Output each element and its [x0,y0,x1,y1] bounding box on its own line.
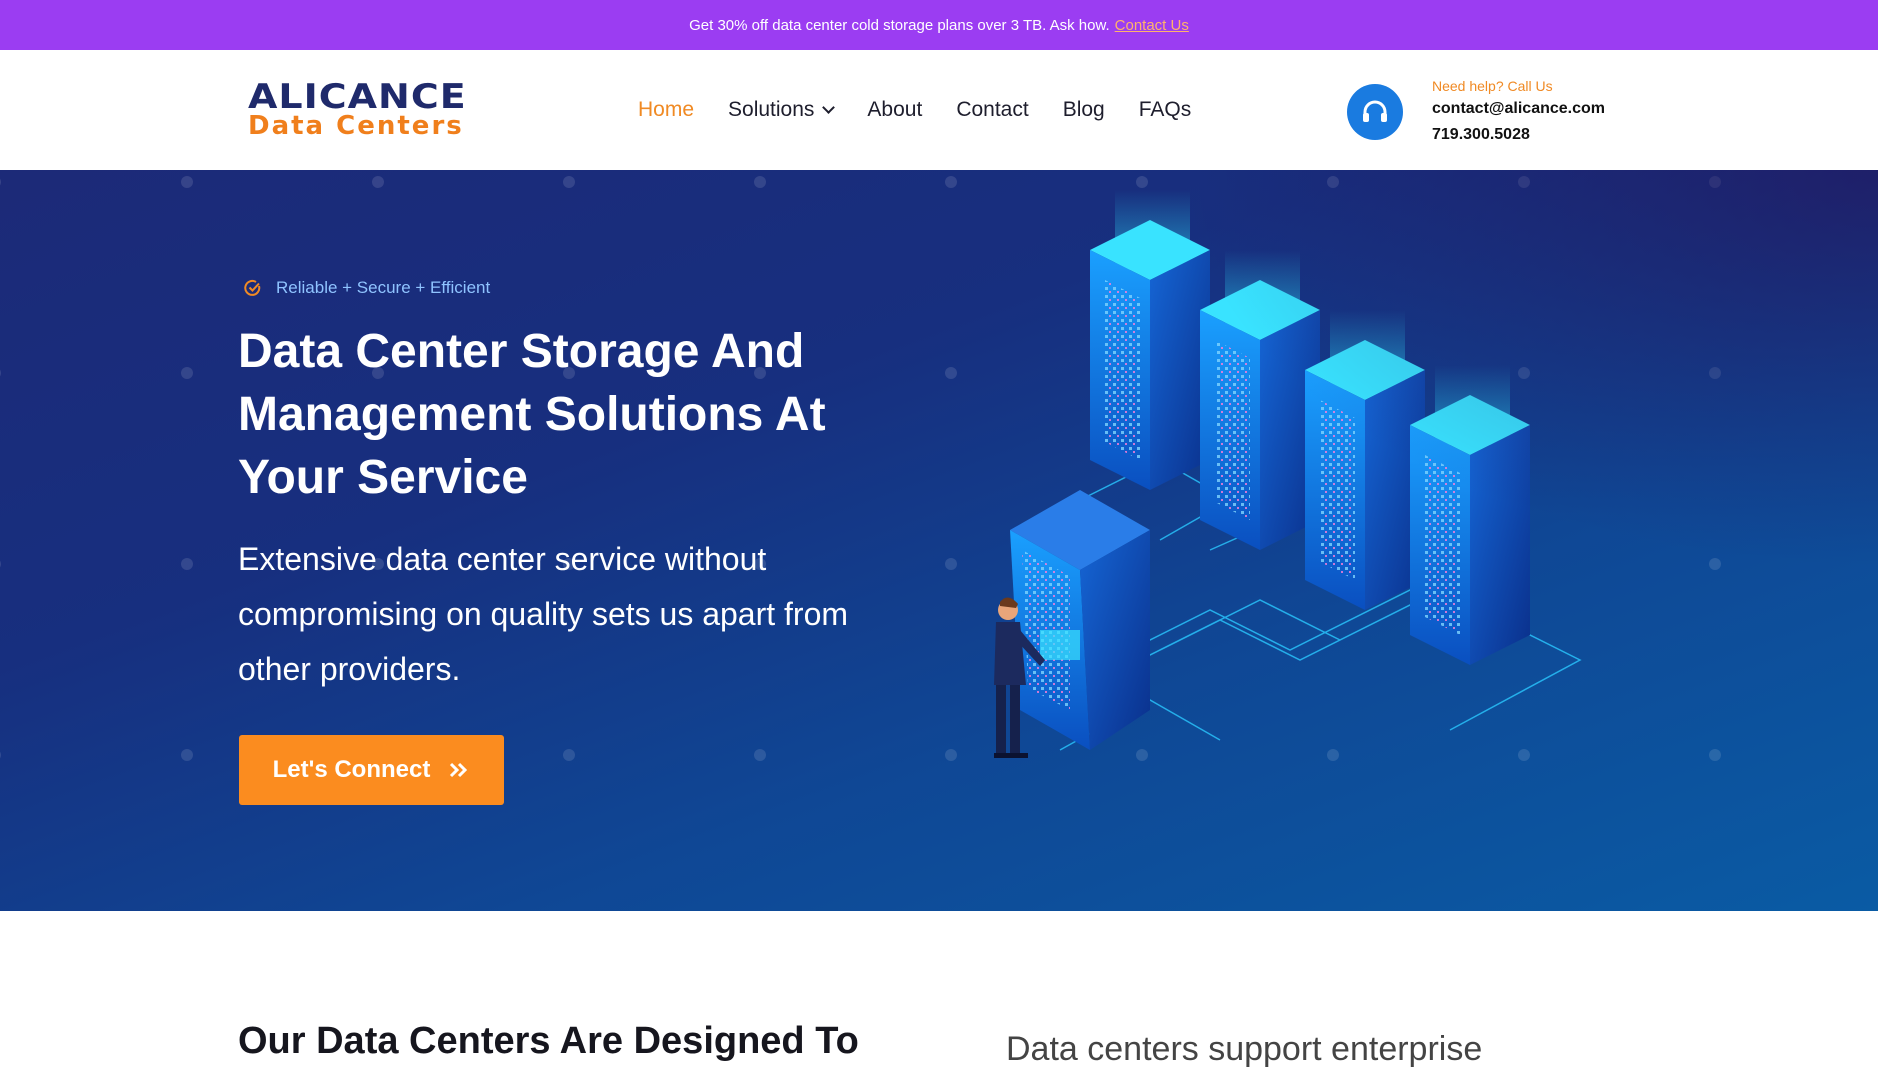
nav-solutions[interactable]: Solutions [728,98,836,122]
help-phone[interactable]: 719.300.5028 [1432,122,1605,148]
promo-text: Get 30% off data center cold storage pla… [689,16,1110,34]
main-nav: Home Solutions About Contact Blog FAQs [638,50,1225,170]
server-rack [1410,365,1530,665]
site-header: ALICANCE Data Centers Home Solutions Abo… [0,50,1878,170]
hero-tagline-text: Reliable + Secure + Efficient [276,278,491,297]
section-heading: Our Data Centers Are Designed To [238,1020,859,1062]
server-racks-illustration [994,190,1582,758]
chevron-down-icon [822,101,836,114]
nav-blog-label: Blog [1062,98,1105,121]
hero-tagline: Reliable + Secure + Efficient [244,278,490,298]
headphones-icon[interactable] [1347,84,1403,140]
server-rack [1305,310,1425,610]
nav-contact[interactable]: Contact [956,98,1028,122]
logo[interactable]: ALICANCE Data Centers [248,76,498,141]
help-contact: Need help? Call Us contact@alicance.com … [1347,72,1605,152]
hero-subtitle: Extensive data center service without co… [238,541,849,687]
logo-subtitle: Data Centers [248,111,464,141]
lets-connect-button[interactable]: Let's Connect [239,735,504,805]
double-chevron-right-icon [448,761,470,779]
hero-section: Reliable + Secure + Efficient Data Cente… [0,170,1878,911]
cta-label: Let's Connect [272,756,431,783]
server-rack [1200,250,1320,550]
promo-bar: Get 30% off data center cold storage pla… [0,0,1878,50]
nav-blog[interactable]: Blog [1063,98,1105,122]
help-email[interactable]: contact@alicance.com [1432,96,1605,122]
nav-home[interactable]: Home [638,98,694,122]
nav-about[interactable]: About [867,98,922,122]
promo-contact-link[interactable]: Contact Us [1115,17,1189,34]
nav-faqs-label: FAQs [1138,98,1192,121]
nav-solutions-label: Solutions [728,98,815,121]
check-circle-icon [244,279,261,296]
section-intro-text: Data centers support enterprise [1006,1030,1483,1068]
help-title: Need help? Call Us [1432,78,1553,94]
hero-title: Data Center Storage And Management Solut… [238,325,826,504]
nav-home-label: Home [638,98,695,121]
logo-wordmark: ALICANCE [248,76,467,116]
nav-faqs[interactable]: FAQs [1139,98,1192,122]
server-rack [1090,190,1210,490]
nav-about-label: About [867,98,923,121]
server-rack [1010,490,1150,750]
nav-contact-label: Contact [956,98,1029,121]
